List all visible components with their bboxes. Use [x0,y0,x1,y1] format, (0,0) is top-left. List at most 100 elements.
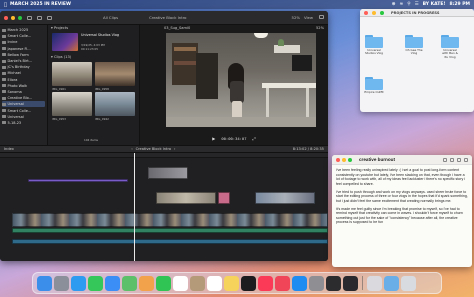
format-icon[interactable] [443,157,447,162]
trash-icon[interactable] [400,275,416,291]
ceiling-light [254,33,268,38]
timeline-project-title: Creative Block Intro [135,147,172,151]
finder-icon[interactable] [37,275,52,291]
iphone-mirroring-icon[interactable] [326,275,341,291]
timeline-index-button[interactable]: Index [4,147,14,151]
timeline-duration: 8:13:02 / 8:20:35 [292,147,324,151]
close-window-button[interactable] [364,10,368,15]
connected-clip[interactable] [255,192,315,204]
project-thumbnail[interactable] [52,33,78,51]
music-clip[interactable] [12,239,328,244]
close-window-button[interactable] [4,15,8,20]
preview-icon[interactable] [366,275,382,291]
back-arrow-icon[interactable]: ‹ [131,147,132,151]
zoom-window-button[interactable] [18,15,22,20]
connected-clip[interactable] [156,192,216,204]
folder-item[interactable]: Universal Studios Vlog [364,35,384,56]
library-item-label: Michael [7,71,21,76]
reminders-icon[interactable] [207,275,222,291]
project-title[interactable]: Universal Studios Vlog [81,33,131,38]
wall-shelf [274,45,300,53]
launchpad-icon[interactable] [54,275,69,291]
play-icon[interactable]: ▶ [212,136,215,141]
timeline-ruler[interactable] [0,153,328,158]
calendar-icon[interactable] [173,275,188,291]
titles-toggle-icon[interactable] [47,15,52,20]
apple-icon[interactable]:  [4,2,7,8]
share-icon[interactable] [457,157,461,162]
menu-bar:  MARCH 2025 IN REVIEW ⊛ ≈ ⚲ ☰ BY KATE! … [0,0,474,9]
connected-clip[interactable] [218,192,230,204]
folder-item[interactable]: Oh Gee The Vlog [404,35,424,56]
timeline[interactable] [0,153,328,261]
zoom-window-button[interactable] [348,157,352,162]
menu-clock[interactable]: 8:29 PM [449,2,470,7]
app-store-icon[interactable] [292,275,307,291]
desk-leg [306,88,309,118]
wall-monitor [292,55,312,71]
fullscreen-icon[interactable]: ⤢ [253,136,256,141]
photos-icon[interactable] [139,275,154,291]
minimize-window-button[interactable] [11,15,15,20]
playhead[interactable] [134,153,135,261]
clip-thumbnail[interactable] [95,92,135,116]
library-item[interactable]: 5-18-23 [2,120,45,126]
inspector-toggle-icon[interactable] [319,15,324,19]
notes-icon[interactable] [224,275,239,291]
zoom-window-button[interactable] [380,10,384,15]
note-body[interactable]: i've been feeling really uninspired late… [332,165,472,231]
bluetooth-icon[interactable]: ⊛ [392,2,396,7]
contacts-icon[interactable] [190,275,205,291]
viewer-zoom[interactable]: 52% [292,15,300,20]
finder-window: PROJECTS IN PROGRESS Universal Studios V… [360,9,474,112]
clip-label: IMG_0953 [52,117,66,121]
photos-toggle-icon[interactable] [37,15,42,20]
minimize-window-button[interactable] [342,157,346,162]
minimize-window-button[interactable] [372,10,376,15]
app-name[interactable]: MARCH 2025 IN REVIEW [10,2,71,7]
media-browser: ▾ Projects Universal Studios Vlog 3/19/2… [48,25,140,145]
maps-icon[interactable] [122,275,137,291]
video-frame[interactable] [166,33,316,127]
close-window-button[interactable] [336,157,340,162]
connected-clip[interactable] [148,167,188,179]
browser-filter[interactable]: All Clips [103,15,118,20]
search-icon[interactable]: ⚲ [407,2,410,7]
downloads-icon[interactable] [383,275,399,291]
library-item-label: Japanese Fi... [7,46,31,51]
facetime-icon[interactable] [156,275,171,291]
search-icon[interactable] [464,157,468,162]
tv-icon[interactable] [241,275,256,291]
messages-icon[interactable] [88,275,103,291]
clips-header[interactable]: ▾ Clips (13) [48,54,74,60]
control-center-icon[interactable]: ☰ [415,2,419,7]
menu-user[interactable]: BY KATE! [423,2,446,7]
dock [32,272,442,294]
music-icon[interactable] [258,275,273,291]
storyline-clip[interactable] [12,213,328,227]
clip-thumbnail[interactable] [52,62,92,86]
clip-thumbnail[interactable] [52,92,92,116]
libraries-toggle-icon[interactable] [27,15,32,20]
dock-separator [362,276,363,290]
view-menu[interactable]: View [304,15,313,20]
final-cut-pro-icon[interactable] [343,275,358,291]
projects-header[interactable]: ▾ Projects [48,25,139,31]
wifi-icon[interactable]: ≈ [400,2,404,7]
news-icon[interactable] [275,275,290,291]
audio-waveform[interactable] [12,228,328,233]
viewer-zoom-level[interactable]: 52% [316,26,324,30]
event-icon [2,102,6,106]
title-clip[interactable] [28,179,128,182]
project-duration: 00:11:23:05 [81,47,99,51]
checklist-icon[interactable] [450,157,454,162]
settings-icon[interactable] [309,275,324,291]
forward-arrow-icon[interactable]: › [174,147,175,151]
fcp-toolbar: All Clips Creative Block Intro 52% View [0,11,328,25]
safari-icon[interactable] [71,275,86,291]
mail-icon[interactable] [105,275,120,291]
viewer-clip-name: 03_Sug_Sami0 [164,26,191,30]
clip-thumbnail[interactable] [95,62,135,86]
folder-item[interactable]: Universal with Ben & Itu Vlog [440,35,460,59]
folder-item[interactable]: Empire Outfit [364,77,384,94]
